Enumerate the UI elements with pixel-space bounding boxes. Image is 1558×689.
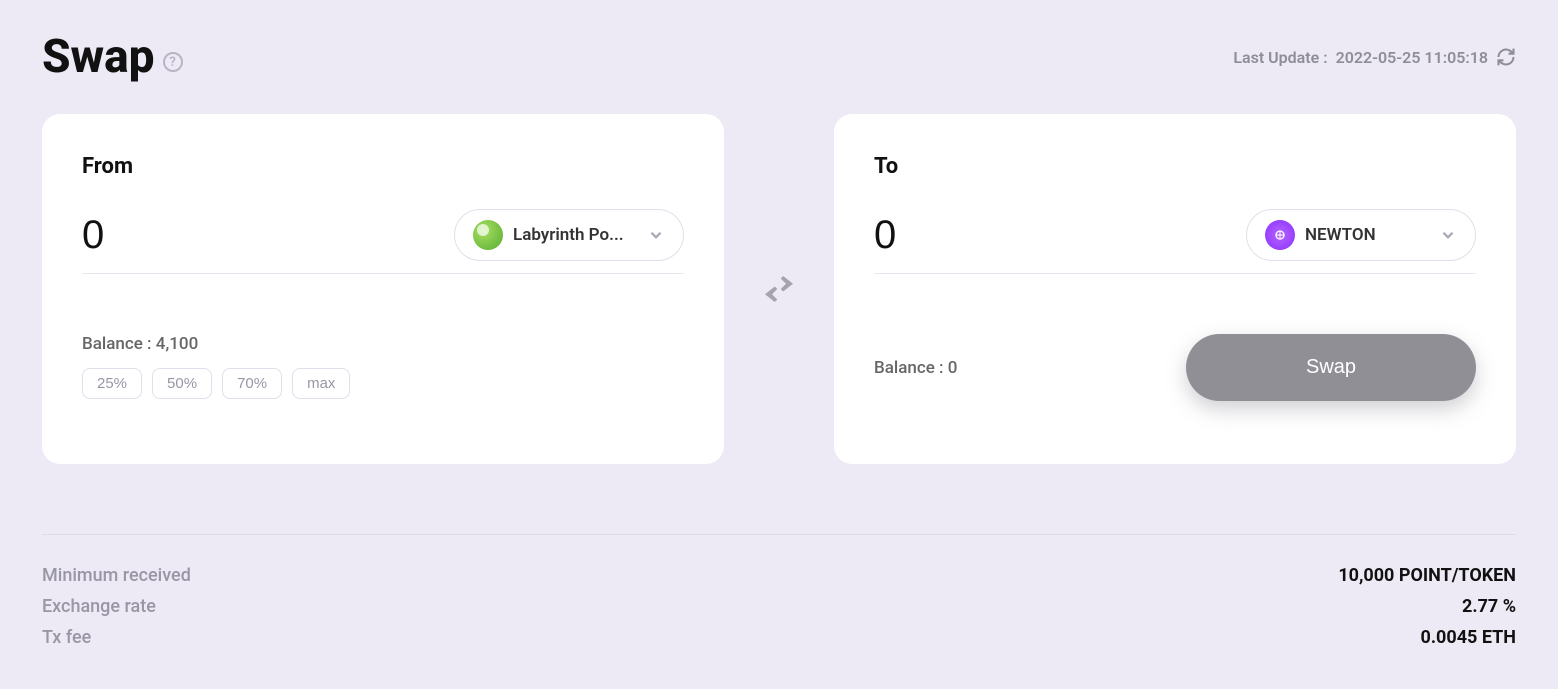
from-amount-row: Labyrinth Po... — [82, 209, 684, 274]
pct-70-button[interactable]: 70% — [222, 368, 282, 399]
to-amount-row: NEWTON — [874, 209, 1476, 274]
swap-direction-icon[interactable] — [754, 268, 804, 310]
pct-50-button[interactable]: 50% — [152, 368, 212, 399]
last-update-time: 2022-05-25 11:05:18 — [1336, 48, 1488, 67]
chevron-down-icon — [1439, 226, 1457, 244]
info-tx-fee: Tx fee 0.0045 ETH — [42, 627, 1516, 648]
page-title: Swap — [42, 30, 155, 84]
to-balance-label: Balance : — [874, 358, 944, 378]
from-balance-info: Balance : 4,100 25% 50% 70% max — [82, 334, 684, 399]
info-minimum-received: Minimum received 10,000 POINT/TOKEN — [42, 565, 1516, 586]
to-token-icon — [1265, 220, 1295, 250]
divider — [42, 534, 1516, 535]
last-update: Last Update : 2022-05-25 11:05:18 — [1233, 47, 1516, 67]
pct-25-button[interactable]: 25% — [82, 368, 142, 399]
from-balance: Balance : 4,100 — [82, 334, 684, 354]
to-label: To — [874, 154, 1476, 179]
to-amount-input[interactable] — [874, 213, 1074, 258]
help-icon[interactable]: ? — [163, 52, 183, 72]
from-amount-input[interactable] — [82, 213, 282, 258]
to-balance-value: 0 — [948, 358, 958, 378]
swap-info: Minimum received 10,000 POINT/TOKEN Exch… — [42, 565, 1516, 648]
from-balance-label: Balance : — [82, 334, 152, 354]
from-token-select[interactable]: Labyrinth Po... — [454, 209, 684, 261]
page-header: Swap ? Last Update : 2022-05-25 11:05:18 — [42, 30, 1516, 84]
from-balance-value: 4,100 — [156, 334, 198, 354]
from-card: From Labyrinth Po... Balance : 4,100 25%… — [42, 114, 724, 464]
info-exchange-rate: Exchange rate 2.77 % — [42, 596, 1516, 617]
chevron-down-icon — [647, 226, 665, 244]
exchange-rate-label: Exchange rate — [42, 596, 156, 617]
percentage-buttons: 25% 50% 70% max — [82, 368, 684, 399]
tx-fee-label: Tx fee — [42, 627, 91, 648]
exchange-rate-value: 2.77 % — [1462, 596, 1516, 617]
from-token-name: Labyrinth Po... — [513, 225, 637, 245]
last-update-label: Last Update : — [1233, 48, 1327, 67]
to-token-name: NEWTON — [1305, 225, 1429, 245]
minimum-received-label: Minimum received — [42, 565, 191, 586]
to-token-select[interactable]: NEWTON — [1246, 209, 1476, 261]
to-card: To NEWTON Balance : 0 Swap — [834, 114, 1516, 464]
minimum-received-value: 10,000 POINT/TOKEN — [1338, 565, 1516, 586]
tx-fee-value: 0.0045 ETH — [1421, 627, 1517, 648]
pct-max-button[interactable]: max — [292, 368, 350, 399]
title-container: Swap ? — [42, 30, 183, 84]
refresh-icon[interactable] — [1496, 47, 1516, 67]
swap-button[interactable]: Swap — [1186, 334, 1476, 401]
to-bottom-row: Balance : 0 Swap — [874, 334, 1476, 401]
from-label: From — [82, 154, 684, 179]
to-balance: Balance : 0 — [874, 358, 957, 378]
swap-container: From Labyrinth Po... Balance : 4,100 25%… — [42, 114, 1516, 464]
from-token-icon — [473, 220, 503, 250]
